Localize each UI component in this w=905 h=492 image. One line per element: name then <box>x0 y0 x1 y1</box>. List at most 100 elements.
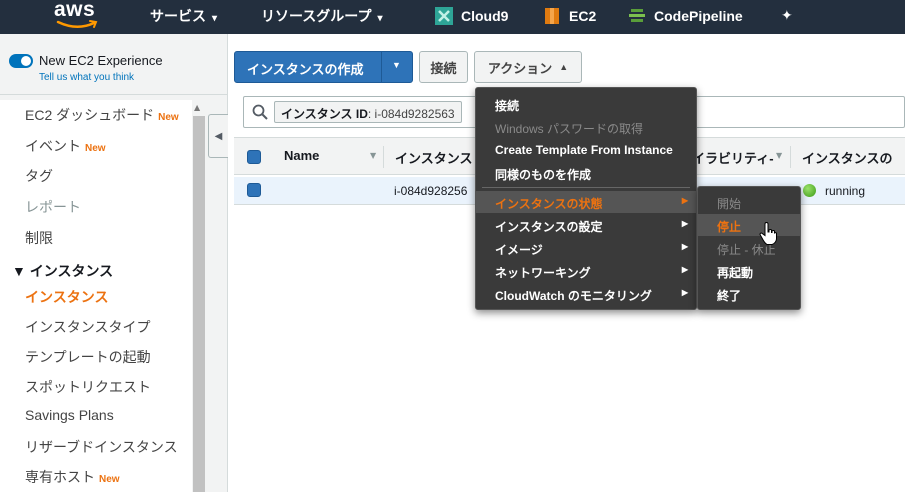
chevron-down-icon: ▾ <box>212 13 218 24</box>
menu-item-label: イメージ <box>495 243 543 257</box>
column-header-availability-zone[interactable]: イラビリティ- <box>692 148 774 167</box>
new-experience-toggle[interactable] <box>9 54 33 68</box>
chevron-down-icon: ▾ <box>377 13 383 24</box>
column-header-instance-state[interactable]: インスタンスの <box>802 148 892 167</box>
menu-item-instance-settings[interactable]: インスタンスの設定 ▶ <box>476 214 696 236</box>
chevron-right-icon: ▶ <box>681 265 688 274</box>
filter-key: インスタンス ID <box>281 107 368 121</box>
aws-logo[interactable]: aws <box>54 0 100 30</box>
sidebar-item-dedicated-hosts[interactable]: 専有ホスト New <box>25 467 120 487</box>
aws-logo-text: aws <box>54 0 96 21</box>
instance-state-submenu: 開始 停止 停止 - 休止 再起動 終了 <box>697 186 801 310</box>
column-header-instance-id[interactable]: インスタンス <box>395 148 472 167</box>
menu-item-stop-hibernate: 停止 - 休止 <box>698 237 800 259</box>
sidebar-item-spot-requests[interactable]: スポットリクエスト <box>25 377 151 397</box>
sidebar-item-label: EC2 ダッシュボード <box>25 107 155 123</box>
sidebar-item-label: 制限 <box>25 230 53 246</box>
hand-cursor-icon <box>759 222 777 245</box>
sidebar-group-instances[interactable]: ▼ インスタンス <box>12 261 113 281</box>
resource-groups-label: リソースグループ <box>261 8 372 24</box>
chevron-right-icon: ▶ <box>681 242 688 251</box>
sidebar-item-label: リザーブドインスタンス <box>25 439 178 455</box>
feedback-link[interactable]: Tell us what you think <box>39 72 134 83</box>
top-navigation: aws サービス ▾ リソースグループ ▾ Cloud9 EC2 CodePipel… <box>0 0 905 34</box>
sidebar-item-reserved-instances[interactable]: リザーブドインスタンス <box>25 437 178 457</box>
menu-item-label: ネットワーキング <box>495 266 591 280</box>
menu-item-networking[interactable]: ネットワーキング ▶ <box>476 260 696 282</box>
menu-item-label: Windows パスワードの取得 <box>495 122 644 136</box>
bookmark-label: Cloud9 <box>461 8 509 24</box>
sidebar-item-events[interactable]: イベント New <box>25 136 106 156</box>
instance-state-cell: running <box>825 184 866 198</box>
aws-smile-icon <box>56 20 98 28</box>
menu-item-start: 開始 <box>698 191 800 213</box>
menu-item-label: CloudWatch のモニタリング <box>495 289 652 303</box>
sidebar-item-limits[interactable]: 制限 <box>25 228 53 248</box>
chevron-up-icon: ▲ <box>559 62 569 72</box>
filter-token[interactable]: インスタンス ID: i-084d9282563 <box>274 101 462 123</box>
menu-item-label: 終了 <box>717 289 742 303</box>
sidebar-item-label: レポート <box>25 199 81 215</box>
column-header-name[interactable]: Name <box>284 148 319 163</box>
divider <box>0 94 228 95</box>
sidebar-item-instance-types[interactable]: インスタンスタイプ <box>25 317 150 337</box>
sidebar-item-label: 専有ホスト <box>25 469 95 485</box>
new-badge: New <box>85 143 106 154</box>
toggle-knob <box>21 56 31 66</box>
column-divider[interactable] <box>383 146 384 168</box>
sidebar-item-label: インスタンス <box>25 289 109 305</box>
bookmark-ec2[interactable]: EC2 <box>543 5 596 27</box>
select-all-checkbox[interactable] <box>247 150 261 164</box>
actions-dropdown-menu: 接続 Windows パスワードの取得 Create Template From… <box>475 87 697 310</box>
menu-item-label: Create Template From Instance <box>495 143 673 157</box>
scroll-up-icon[interactable]: ▲ <box>194 103 200 112</box>
connect-button[interactable]: 接続 <box>419 51 468 83</box>
sidebar-item-reports[interactable]: レポート <box>25 197 81 217</box>
cloud9-icon <box>435 7 453 25</box>
sidebar-item-launch-templates[interactable]: テンプレートの起動 <box>25 347 151 367</box>
filter-value: : i-084d9282563 <box>367 107 455 121</box>
bookmark-cloud9[interactable]: Cloud9 <box>435 5 508 27</box>
menu-item-stop[interactable]: 停止 <box>698 214 800 236</box>
running-status-icon <box>803 184 816 197</box>
menu-item-cloudwatch-monitoring[interactable]: CloudWatch のモニタリング ▶ <box>476 283 696 305</box>
sort-icon[interactable]: ▼ <box>776 151 782 160</box>
menu-item-launch-more-like-this[interactable]: 同様のものを作成 <box>476 162 696 184</box>
sidebar-item-label: スポットリクエスト <box>25 379 151 395</box>
actions-button[interactable]: アクション ▲ <box>474 51 582 83</box>
pin-icon[interactable]: ✦ <box>781 8 793 24</box>
menu-item-reboot[interactable]: 再起動 <box>698 260 800 282</box>
chevron-right-icon: ▶ <box>681 196 688 205</box>
sidebar-item-savings-plans[interactable]: Savings Plans <box>25 407 114 423</box>
sidebar-item-tags[interactable]: タグ <box>25 166 53 186</box>
sidebar-item-instances[interactable]: インスタンス <box>25 287 108 307</box>
chevron-left-icon: ◀ <box>214 130 223 142</box>
row-checkbox[interactable] <box>247 183 261 197</box>
menu-item-instance-state[interactable]: インスタンスの状態 ▶ <box>476 191 696 213</box>
new-experience-label: New EC2 Experience <box>39 53 163 68</box>
column-divider[interactable] <box>790 146 791 168</box>
services-label: サービス <box>150 8 206 24</box>
sidebar-scrollbar[interactable]: ▲ <box>192 100 206 492</box>
instance-id-cell: i-084d928256 <box>394 184 468 198</box>
sidebar-item-label: テンプレートの起動 <box>25 349 151 365</box>
collapse-sidebar-button[interactable]: ◀ <box>208 114 228 158</box>
sidebar-item-ec2-dashboard[interactable]: EC2 ダッシュボード New <box>25 105 179 125</box>
menu-divider <box>482 187 690 188</box>
services-menu[interactable]: サービス ▾ <box>150 6 217 28</box>
chevron-down-icon[interactable]: ▼ <box>392 60 401 70</box>
menu-item-image[interactable]: イメージ ▶ <box>476 237 696 259</box>
bookmark-codepipeline[interactable]: CodePipeline <box>628 5 743 27</box>
menu-item-terminate[interactable]: 終了 <box>698 283 800 305</box>
scrollbar-thumb[interactable] <box>193 116 205 492</box>
menu-item-connect[interactable]: 接続 <box>476 93 696 115</box>
sidebar-item-label: インスタンスタイプ <box>25 319 151 335</box>
sort-icon[interactable]: ▼ <box>370 151 376 160</box>
create-instance-button[interactable]: インスタンスの作成 ▼ <box>234 51 413 83</box>
create-instance-label: インスタンスの作成 <box>247 62 364 77</box>
resource-groups-menu[interactable]: リソースグループ ▾ <box>261 6 383 28</box>
ec2-icon <box>545 8 559 24</box>
chevron-right-icon: ▶ <box>681 219 688 228</box>
sidebar-item-label: Savings Plans <box>25 407 114 423</box>
menu-item-create-template[interactable]: Create Template From Instance <box>476 139 696 161</box>
